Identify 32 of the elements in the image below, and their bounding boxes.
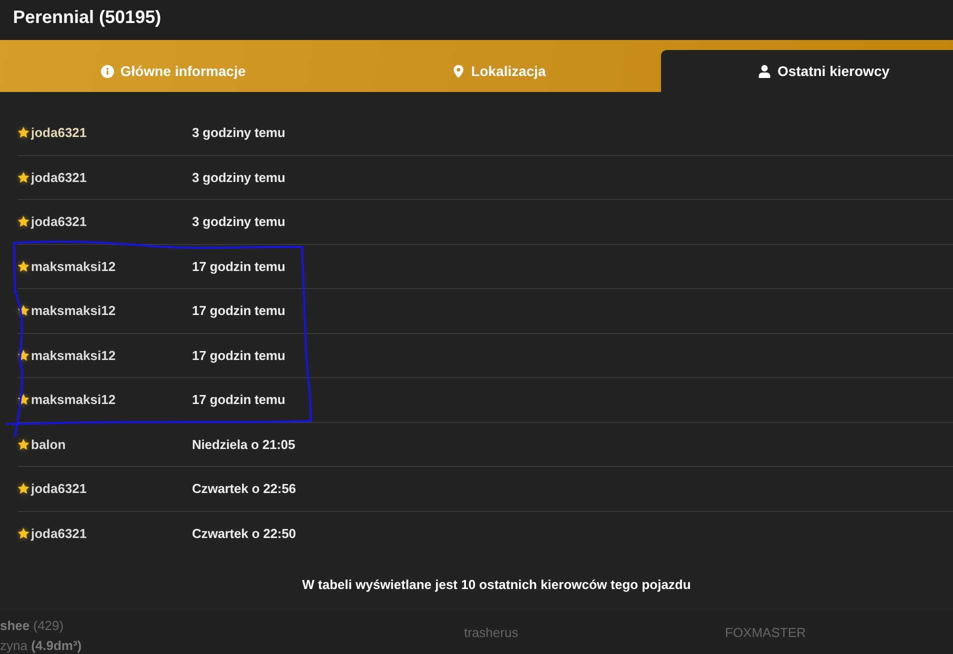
driver-name: joda6321 [31, 214, 87, 230]
last-driven-time: Niedziela o 21:05 [192, 436, 296, 452]
driver-name: joda6321 [31, 481, 87, 496]
info-icon [101, 64, 114, 78]
driver-name: joda6321 [31, 526, 87, 542]
driver-name: joda6321 [31, 170, 87, 185]
driver-name: maksmaksi12 [31, 258, 116, 274]
last-driven-time: Czwartek o 22:50 [192, 526, 296, 542]
background-text: shee (429) [0, 617, 65, 635]
table-note: W tabeli wyświetlane jest 10 ostatnich kierowców tego pojazdu [301, 577, 692, 592]
last-driven-time: 3 godziny temu [192, 170, 286, 185]
tab[interactable]: Lokalizacja [331, 40, 661, 92]
last-driven-time: 17 godzin temu [192, 392, 286, 408]
last-driven-time: 17 godzin temu [192, 258, 286, 274]
last-driven-time: Czwartek o 22:56 [192, 481, 296, 496]
last-driven-time: 17 godzin temu [192, 303, 286, 318]
driver-name: joda6321 [31, 125, 87, 140]
map-pin-icon [452, 64, 466, 78]
last-driven-time: 3 godziny temu [192, 214, 286, 230]
tab[interactable]: Główne informacje [0, 40, 331, 92]
tab[interactable]: Ostatni kierowcy [661, 50, 953, 92]
background-name: FOXMASTER [725, 625, 806, 640]
driver-name: maksmaksi12 [31, 392, 116, 408]
driver-name: balon [31, 436, 66, 452]
background-text: zyna (4.9dm³) [0, 637, 83, 654]
background-name: trasherus [464, 625, 518, 640]
driver-name: maksmaksi12 [31, 303, 116, 318]
driver-name: maksmaksi12 [31, 348, 116, 363]
user-icon [758, 64, 772, 78]
last-driven-time: 17 godzin temu [192, 348, 286, 363]
dialog-title: Perennial (50195) [13, 6, 162, 29]
last-driven-time: 3 godziny temu [192, 125, 286, 140]
